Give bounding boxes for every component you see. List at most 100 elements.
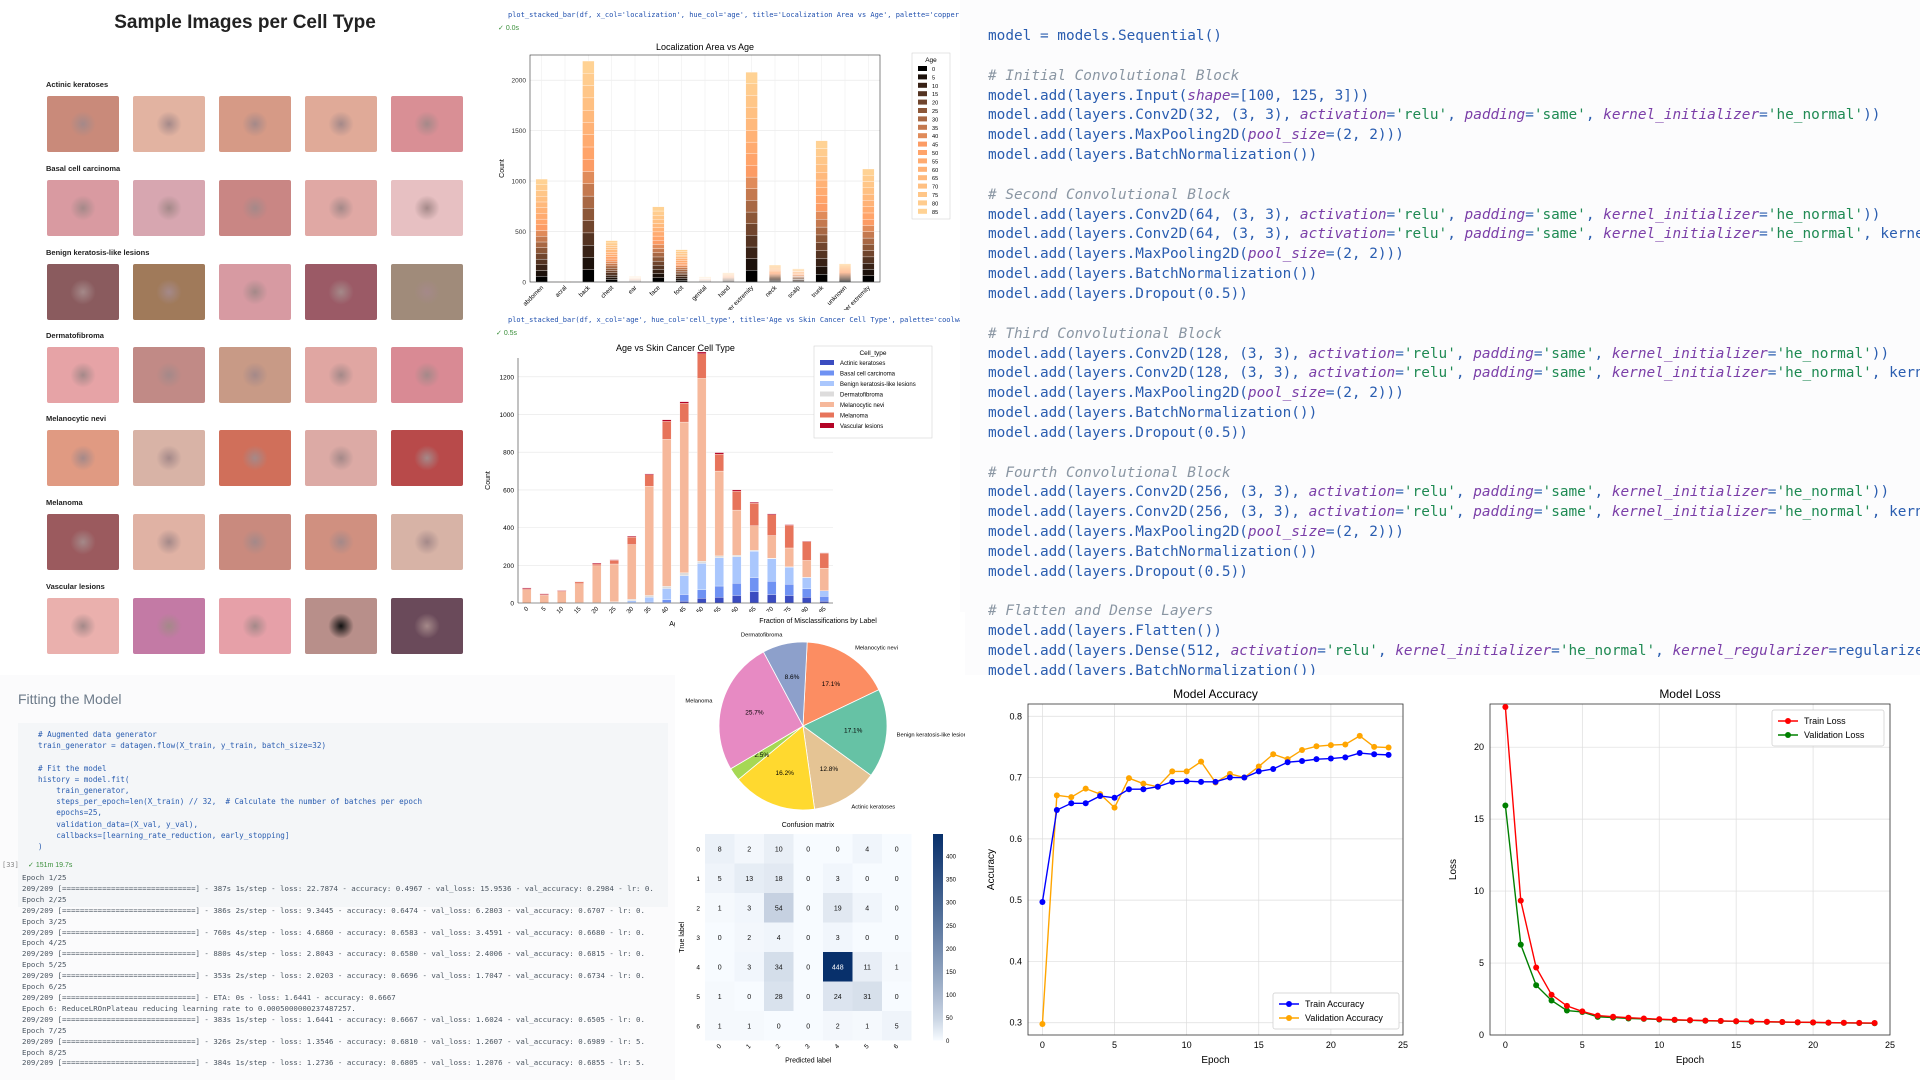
bar-segment	[769, 265, 781, 267]
bar-segment	[662, 421, 672, 440]
sample-image-thumbnail[interactable]	[219, 347, 291, 403]
bar-segment	[652, 248, 665, 253]
bar-segment	[574, 583, 584, 603]
legend-label: Benign keratosis-like lesions	[840, 382, 916, 388]
bar-segment	[582, 171, 595, 184]
sample-image-thumbnail[interactable]	[133, 180, 205, 236]
sample-image-thumbnail[interactable]	[305, 430, 377, 486]
sample-image-thumbnail[interactable]	[305, 598, 377, 654]
sample-image-thumbnail[interactable]	[219, 180, 291, 236]
data-point	[1356, 732, 1363, 739]
legend-label: 15	[932, 92, 938, 98]
model-code[interactable]: model = models.Sequential() # Initial Co…	[988, 27, 1920, 675]
y-tick-label: 6	[696, 1023, 700, 1030]
bar-segment	[539, 595, 549, 604]
bar-segment	[839, 264, 851, 267]
y-tick-label: 800	[503, 450, 514, 457]
sample-image-thumbnail[interactable]	[305, 96, 377, 152]
bar-segment	[652, 273, 665, 278]
sample-image-thumbnail[interactable]	[391, 598, 463, 654]
bar-segment	[652, 265, 665, 270]
sample-image-thumbnail[interactable]	[391, 514, 463, 570]
matrix-cell-value: 28	[775, 994, 783, 1001]
bar-segment	[815, 211, 828, 220]
sample-image-thumbnail[interactable]	[133, 430, 205, 486]
data-point	[1671, 1016, 1678, 1023]
bar-segment	[819, 590, 829, 597]
sample-image-thumbnail[interactable]	[133, 598, 205, 654]
sample-image-thumbnail[interactable]	[133, 264, 205, 320]
x-tick-label: 0	[1040, 1040, 1045, 1050]
matrix-cell-value: 34	[775, 964, 783, 971]
bar-segment	[582, 245, 595, 258]
sample-images-panel: Sample Images per Cell Type Actinic kera…	[0, 0, 470, 660]
plot-frame	[1489, 703, 1891, 1036]
x-tick-label: 15	[1254, 1040, 1264, 1050]
sample-image-thumbnail[interactable]	[391, 180, 463, 236]
bar-segment	[652, 219, 665, 224]
matrix-cell-value: 3	[747, 964, 751, 971]
data-point	[1111, 804, 1118, 811]
data-point	[1717, 1017, 1724, 1024]
sample-row-label: Melanoma	[46, 498, 83, 507]
sample-image-thumbnail[interactable]	[47, 264, 119, 320]
model-loss-chart: Model Loss 0 5 10 15 20 25 0 5 10 15 20 Epoch Loss Tra…	[1448, 680, 1920, 1080]
bar-segment	[652, 223, 665, 228]
sample-image-thumbnail[interactable]	[47, 347, 119, 403]
bar-segment	[862, 187, 875, 195]
sample-image-thumbnail[interactable]	[47, 514, 119, 570]
bar-segment	[745, 211, 758, 224]
bar-segment	[745, 258, 758, 271]
data-point	[1371, 751, 1378, 758]
sample-image-thumbnail[interactable]	[305, 264, 377, 320]
legend-swatch	[918, 141, 927, 147]
bar-segment	[745, 153, 758, 166]
sample-image-thumbnail[interactable]	[219, 430, 291, 486]
bar-segment	[675, 272, 688, 275]
data-point	[1533, 964, 1540, 971]
bar-segment	[802, 541, 812, 561]
y-tick-label: 0	[522, 280, 526, 287]
y-axis-label: True label	[679, 921, 686, 952]
fit-exec-count: [33]	[2, 861, 19, 869]
sample-image-thumbnail[interactable]	[219, 598, 291, 654]
sample-image-thumbnail[interactable]	[47, 180, 119, 236]
y-axis-label: Count	[485, 471, 492, 490]
sample-image-thumbnail[interactable]	[47, 96, 119, 152]
sample-image-thumbnail[interactable]	[219, 514, 291, 570]
model-code-cell[interactable]: model = models.Sequential() # Initial Co…	[960, 0, 1920, 675]
bar-segment	[815, 195, 828, 204]
matrix-cell-value: 0	[836, 846, 840, 853]
fit-code[interactable]: # Augmented data generator train_generat…	[38, 729, 422, 852]
localization-cell-code[interactable]: plot_stacked_bar(df, x_col='localization…	[508, 11, 960, 19]
sample-image-thumbnail[interactable]	[133, 514, 205, 570]
sample-image-thumbnail[interactable]	[391, 96, 463, 152]
x-tick-label: back	[578, 284, 593, 299]
sample-image-thumbnail[interactable]	[219, 264, 291, 320]
data-point	[1082, 800, 1089, 807]
sample-image-thumbnail[interactable]	[47, 598, 119, 654]
legend-label: 25	[932, 109, 938, 115]
bar-segment	[784, 567, 794, 585]
sample-image-thumbnail[interactable]	[305, 180, 377, 236]
sample-image-thumbnail[interactable]	[133, 347, 205, 403]
sample-image-thumbnail[interactable]	[47, 430, 119, 486]
sample-image-thumbnail[interactable]	[391, 347, 463, 403]
sample-image-thumbnail[interactable]	[305, 347, 377, 403]
colorbar-tick-label: 400	[946, 855, 957, 861]
sample-image-thumbnail[interactable]	[133, 96, 205, 152]
age-cell-code[interactable]: plot_stacked_bar(df, x_col='age', hue_co…	[508, 316, 960, 324]
matrix-cell-value: 8	[718, 846, 722, 853]
bar-segment	[815, 274, 828, 283]
sample-image-thumbnail[interactable]	[305, 514, 377, 570]
data-point	[1198, 758, 1205, 765]
y-tick-label: 1000	[500, 412, 515, 419]
pie-category-label: Dermatofibroma	[741, 632, 783, 638]
sample-image-thumbnail[interactable]	[391, 430, 463, 486]
sample-image-thumbnail[interactable]	[219, 96, 291, 152]
legend-swatch	[918, 200, 927, 206]
bar-segment	[652, 260, 665, 266]
legend-swatch	[918, 91, 927, 97]
legend-label: Validation Loss	[1804, 730, 1865, 740]
sample-image-thumbnail[interactable]	[391, 264, 463, 320]
